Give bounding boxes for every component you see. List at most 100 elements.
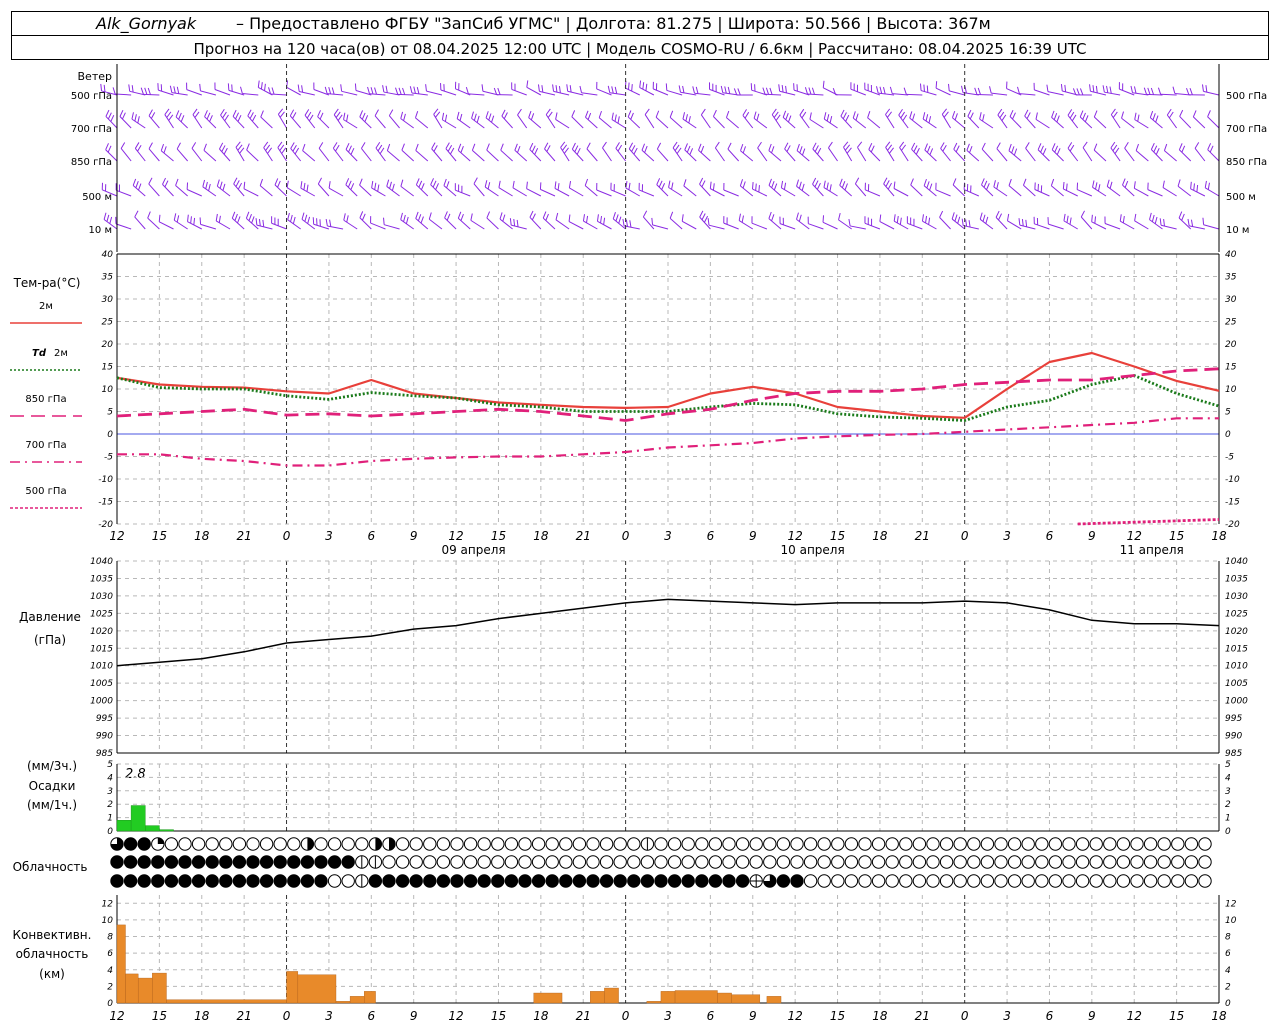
- wind-barb-feather: [216, 179, 220, 187]
- wind-barb-feather: [879, 86, 883, 94]
- clear-icon: [491, 855, 505, 869]
- cloud-icon: [831, 837, 845, 851]
- bottom-time-axis: 12 15 18 21 0 3 6 9 12 15 18 21 0 3 6 9 12 15 18 21 0 3 6 9 12 15…: [109, 1009, 1227, 1023]
- wind-barb-feather: [996, 142, 1001, 149]
- hour-tick-label: 15: [1169, 529, 1184, 543]
- cloud-icon: [763, 837, 777, 851]
- clear-icon: [1198, 837, 1212, 851]
- wind-barb-feather: [209, 115, 213, 122]
- cloud-icon: [341, 874, 355, 888]
- overcast-icon: [273, 855, 287, 869]
- y-tick-label-right: 8: [1225, 933, 1231, 943]
- wind-barb-feather: [248, 213, 252, 221]
- wind-barb-shaft: [345, 149, 358, 162]
- cloud-icon: [708, 855, 723, 869]
- wind-barb-feather: [913, 145, 918, 153]
- cloud-icon: [219, 874, 233, 888]
- cloud-icon: [599, 837, 614, 851]
- wind-barb-feather: [486, 143, 490, 151]
- wind-barb-shaft: [204, 116, 217, 129]
- wind-barb-shaft: [963, 189, 980, 197]
- wind-barb-feather: [235, 180, 240, 187]
- clear-icon: [831, 837, 845, 851]
- wind-barb-feather: [471, 143, 476, 151]
- wind-barb-feather: [953, 142, 958, 150]
- wind-barb-feather: [671, 182, 674, 190]
- wind-barb-feather: [147, 87, 151, 95]
- wind-barb-feather: [602, 141, 607, 149]
- wind-barb-shaft: [584, 185, 598, 197]
- wind-barb-feather: [517, 108, 522, 116]
- clear-icon: [1103, 837, 1117, 851]
- wind-barb-feather: [173, 213, 177, 221]
- wind-barb-feather: [1063, 213, 1066, 221]
- wind-barb-feather: [425, 84, 427, 92]
- conv-bar: [286, 971, 299, 1004]
- wind-barb-shaft: [854, 183, 867, 197]
- cloud-icon: [368, 837, 383, 851]
- wind-barb-feather: [612, 212, 616, 220]
- overcast-icon: [518, 874, 532, 888]
- cloud-icon: [205, 874, 219, 888]
- cloud-icon: [123, 837, 138, 851]
- y-tick-label-right: 20: [1225, 340, 1237, 350]
- y-tick-label-right: -15: [1225, 498, 1240, 508]
- wind-barb-feather: [178, 112, 182, 120]
- cloud-icon: [314, 874, 328, 888]
- clear-icon: [681, 855, 695, 869]
- wind-barb-shaft: [625, 187, 640, 197]
- cloud-icon: [899, 855, 913, 869]
- wind-barb-shaft: [1164, 150, 1177, 162]
- cloud-icon: [994, 837, 1008, 851]
- temp-legend-label: 2м: [54, 348, 68, 359]
- wind-barb-feather: [1069, 217, 1072, 225]
- cloud-icon: [1198, 855, 1212, 869]
- wind-barb-feather: [882, 87, 886, 95]
- wind-barb-shaft: [656, 184, 669, 197]
- wind-barb-feather: [742, 181, 746, 189]
- wind-barb-shaft: [1090, 90, 1107, 96]
- wind-barb-feather: [324, 86, 328, 94]
- wind-barb-feather: [443, 178, 447, 186]
- cloud-icons: [110, 837, 1212, 888]
- overcast-icon: [491, 874, 505, 888]
- wind-barb-feather: [258, 218, 261, 227]
- clear-icon: [1157, 874, 1171, 888]
- wind-barb-shaft: [868, 149, 881, 162]
- cloud-icon: [735, 874, 750, 888]
- wind-barb-feather: [190, 216, 192, 224]
- cloud-icon: [287, 874, 301, 888]
- wind-barb-shaft: [1135, 150, 1149, 162]
- clear-icon: [232, 837, 247, 851]
- wind-barb-shaft: [162, 184, 174, 197]
- wind-barb-shaft: [1104, 91, 1121, 96]
- wind-barb-shaft: [200, 90, 217, 96]
- wind-barb-feather: [1022, 178, 1027, 186]
- wind-barb-feather: [686, 145, 691, 153]
- wind-barb-feather: [714, 141, 720, 149]
- wind-barb-feather: [756, 113, 760, 121]
- wind-barb-feather: [497, 87, 501, 95]
- wind-barb-feather: [509, 218, 512, 226]
- wind-barb-feather: [1205, 85, 1208, 93]
- wind-level-label-right: 500 гПа: [1226, 91, 1267, 102]
- cloud-icon: [912, 874, 927, 888]
- temp-legend-label: 700 гПа: [25, 440, 66, 451]
- cloud-icon: [1198, 874, 1212, 888]
- wind-barb-feather: [893, 181, 896, 189]
- wind-barb-feather: [346, 114, 349, 122]
- wind-barb-feather: [187, 214, 189, 222]
- wind-barb-feather: [484, 180, 488, 188]
- wind-barb-feather: [757, 141, 762, 149]
- wind-barb-feather: [1102, 85, 1105, 93]
- clear-icon: [831, 855, 845, 869]
- wind-barb-shaft: [443, 185, 457, 197]
- wind-barb-shaft: [332, 147, 344, 162]
- wind-barb-feather: [374, 182, 377, 190]
- cloud-icon: [681, 837, 695, 851]
- wind-barb-shaft: [885, 114, 895, 129]
- wind-barb-shaft: [1178, 149, 1192, 162]
- wind-barb-feather: [785, 85, 787, 93]
- wind-barb-shaft: [609, 92, 626, 96]
- clear-icon: [844, 855, 859, 869]
